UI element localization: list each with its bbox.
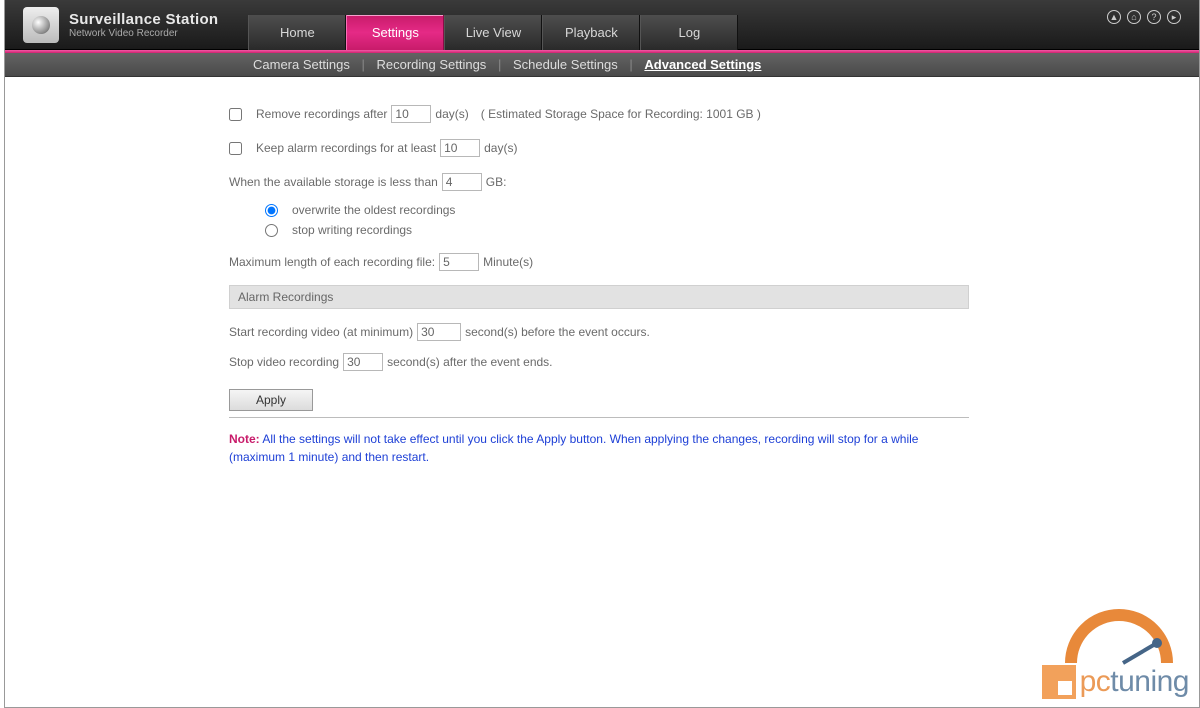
- logo: Surveillance Station Network Video Recor…: [23, 7, 218, 43]
- tab-home[interactable]: Home: [248, 15, 346, 50]
- keep-alarm-days-input[interactable]: [440, 139, 480, 157]
- keep-alarm-checkbox[interactable]: [229, 142, 242, 155]
- alarm-stop-seconds-input[interactable]: [343, 353, 383, 371]
- subtab-camera-settings[interactable]: Camera Settings: [249, 57, 354, 72]
- main-tabs: Home Settings Live View Playback Log: [248, 0, 738, 50]
- note-label: Note:: [229, 432, 260, 446]
- maxlen-minutes-input[interactable]: [439, 253, 479, 271]
- watermark-text: pctuning: [1080, 665, 1189, 699]
- tab-live-view[interactable]: Live View: [444, 15, 542, 50]
- watermark-arc-icon: [1065, 609, 1185, 669]
- avail-storage-label-post: GB:: [486, 175, 507, 189]
- stop-writing-radio[interactable]: [265, 224, 278, 237]
- app-title: Surveillance Station: [69, 11, 218, 28]
- overwrite-radio[interactable]: [265, 204, 278, 217]
- subtab-advanced-settings[interactable]: Advanced Settings: [640, 57, 765, 72]
- subtab-schedule-settings[interactable]: Schedule Settings: [509, 57, 622, 72]
- remove-recordings-label-pre: Remove recordings after: [256, 107, 387, 121]
- watermark: pctuning: [1042, 665, 1189, 699]
- remove-recordings-label-post: day(s): [435, 107, 468, 121]
- subtab-recording-settings[interactable]: Recording Settings: [372, 57, 490, 72]
- avail-storage-label-pre: When the available storage is less than: [229, 175, 438, 189]
- camera-icon: [23, 7, 59, 43]
- remove-recordings-days-input[interactable]: [391, 105, 431, 123]
- content-area: Remove recordings after day(s) ( Estimat…: [5, 77, 975, 466]
- note-block: Note: All the settings will not take eff…: [229, 430, 969, 466]
- alarm-start-seconds-input[interactable]: [417, 323, 461, 341]
- user-icon[interactable]: ▲: [1107, 10, 1121, 24]
- home-icon[interactable]: ⌂: [1127, 10, 1141, 24]
- overwrite-radio-label: overwrite the oldest recordings: [292, 203, 455, 217]
- remove-recordings-checkbox[interactable]: [229, 108, 242, 121]
- apply-button[interactable]: Apply: [229, 389, 313, 411]
- keep-alarm-label-post: day(s): [484, 141, 517, 155]
- tab-settings[interactable]: Settings: [346, 15, 444, 50]
- alarm-start-label-post: second(s) before the event occurs.: [465, 325, 650, 339]
- stop-writing-radio-label: stop writing recordings: [292, 223, 412, 237]
- help-icon[interactable]: ?: [1147, 10, 1161, 24]
- app-header: Surveillance Station Network Video Recor…: [5, 0, 1199, 50]
- tab-log[interactable]: Log: [640, 15, 738, 50]
- logout-icon[interactable]: ▸: [1167, 10, 1181, 24]
- sub-nav: Camera Settings | Recording Settings | S…: [5, 53, 1199, 77]
- app-subtitle: Network Video Recorder: [69, 28, 218, 39]
- maxlen-label-post: Minute(s): [483, 255, 533, 269]
- storage-estimate-text: ( Estimated Storage Space for Recording:…: [481, 107, 761, 121]
- avail-storage-gb-input[interactable]: [442, 173, 482, 191]
- horizontal-divider: [229, 417, 969, 418]
- tab-playback[interactable]: Playback: [542, 15, 640, 50]
- watermark-square-icon: [1042, 665, 1076, 699]
- alarm-section-header: Alarm Recordings: [229, 285, 969, 309]
- maxlen-label-pre: Maximum length of each recording file:: [229, 255, 435, 269]
- keep-alarm-label-pre: Keep alarm recordings for at least: [256, 141, 436, 155]
- alarm-stop-label-pre: Stop video recording: [229, 355, 339, 369]
- note-text: All the settings will not take effect un…: [229, 432, 918, 464]
- header-icon-bar: ▲ ⌂ ? ▸: [1107, 10, 1181, 24]
- alarm-start-label-pre: Start recording video (at minimum): [229, 325, 413, 339]
- alarm-stop-label-post: second(s) after the event ends.: [387, 355, 552, 369]
